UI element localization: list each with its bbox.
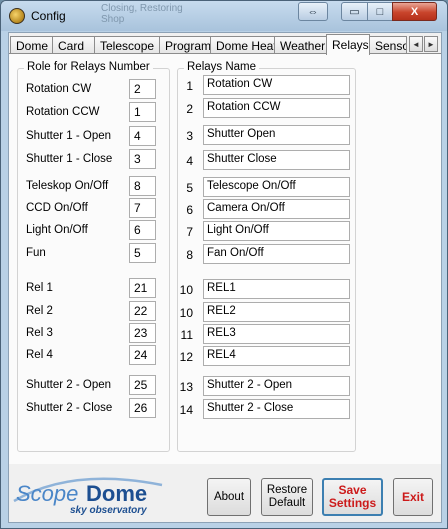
role-label: Rel 2 xyxy=(26,305,53,317)
role-number-input[interactable]: 23 xyxy=(129,323,156,343)
role-label: Shutter 2 - Close xyxy=(26,402,113,414)
relay-number: 13 xyxy=(179,380,193,394)
role-number-input[interactable]: 4 xyxy=(129,126,156,146)
role-label: Shutter 1 - Open xyxy=(26,130,112,142)
role-number-input[interactable]: 3 xyxy=(129,149,156,169)
relay-number: 7 xyxy=(186,225,193,239)
role-label: Fun xyxy=(26,247,46,259)
tab-dome[interactable]: Dome xyxy=(10,36,53,54)
swap-arrows-icon: ⇔ xyxy=(307,5,319,18)
close-icon: X xyxy=(410,5,419,18)
role-group-title: Role for Relays Number xyxy=(24,61,153,73)
title-bar[interactable]: Config Closing, Restoring Shop ⇔ ▭ □ X xyxy=(1,1,447,31)
role-number-input[interactable]: 1 xyxy=(129,102,156,122)
restore-default-button[interactable]: Restore Default xyxy=(261,478,313,516)
role-label: Rotation CCW xyxy=(26,106,100,118)
tab-sensors[interactable]: Senso xyxy=(369,36,407,54)
role-label: Shutter 1 - Close xyxy=(26,153,113,165)
relay-number: 11 xyxy=(180,328,193,342)
role-number-input[interactable]: 2 xyxy=(129,79,156,99)
maximize-icon: □ xyxy=(376,5,384,18)
role-number-input[interactable]: 25 xyxy=(129,375,156,395)
exit-button[interactable]: Exit xyxy=(393,478,433,516)
relay-name-input[interactable]: REL1 xyxy=(203,279,350,299)
relay-name-input[interactable]: Light On/Off xyxy=(203,221,350,241)
tab-program[interactable]: Program xyxy=(159,36,211,54)
role-label: Rel 3 xyxy=(26,327,53,339)
role-number-input[interactable]: 24 xyxy=(129,345,156,365)
relay-name-input[interactable]: Shutter Open xyxy=(203,125,350,145)
relay-number: 6 xyxy=(186,203,193,217)
client-area: Dome Card Telescope Program Dome Heat We… xyxy=(8,32,442,523)
relay-number: 4 xyxy=(186,154,193,168)
role-number-input[interactable]: 21 xyxy=(129,278,156,298)
relay-number: 3 xyxy=(186,129,193,143)
restore-label-line1: Restore xyxy=(266,484,308,496)
relay-number: 8 xyxy=(186,248,193,262)
role-number-input[interactable]: 7 xyxy=(129,198,156,218)
relay-name-input[interactable]: Shutter 2 - Open xyxy=(203,376,350,396)
relay-name-input[interactable]: REL2 xyxy=(203,302,350,322)
tab-scroll-right-icon[interactable]: ► xyxy=(424,36,438,52)
about-button[interactable]: About xyxy=(207,478,251,516)
tab-dome-heat[interactable]: Dome Heat xyxy=(210,36,275,54)
relays-panel: Role for Relays Number Relays Name Rotat… xyxy=(9,53,441,464)
relay-name-input[interactable]: Camera On/Off xyxy=(203,199,350,219)
role-number-input[interactable]: 26 xyxy=(129,398,156,418)
relay-number: 14 xyxy=(179,403,193,417)
relay-name-input[interactable]: REL4 xyxy=(203,346,350,366)
relay-number: 5 xyxy=(186,181,193,195)
tab-card[interactable]: Card xyxy=(52,36,95,54)
relay-number: 2 xyxy=(186,102,193,116)
save-label-line2: Settings xyxy=(328,496,377,510)
role-number-input[interactable]: 8 xyxy=(129,176,156,196)
role-number-input[interactable]: 6 xyxy=(129,220,156,240)
relay-name-input[interactable]: Rotation CW xyxy=(203,75,350,95)
tab-weather[interactable]: Weather xyxy=(274,36,327,54)
relay-name-input[interactable]: Telescope On/Off xyxy=(203,177,350,197)
maximize-button[interactable]: □ xyxy=(367,2,393,21)
relay-name-input[interactable]: Shutter Close xyxy=(203,150,350,170)
relay-number: 10 xyxy=(179,306,193,320)
relay-name-input[interactable]: Fan On/Off xyxy=(203,244,350,264)
relay-name-input[interactable]: REL3 xyxy=(203,324,350,344)
background-window-text: Closing, Restoring Shop xyxy=(101,3,183,25)
bottom-bar: Scope Dome sky observatory About Restore… xyxy=(9,464,441,522)
swap-button[interactable]: ⇔ xyxy=(298,2,328,21)
ghost-line: Shop xyxy=(101,14,125,25)
relay-number: 10 xyxy=(179,283,193,297)
role-label: Rel 1 xyxy=(26,282,53,294)
logo-scope-text: Scope xyxy=(16,481,78,506)
window-title: Config xyxy=(31,9,66,23)
logo-dome-text: Dome xyxy=(86,481,147,506)
role-number-input[interactable]: 5 xyxy=(129,243,156,263)
close-button[interactable]: X xyxy=(392,2,437,21)
relay-name-input[interactable]: Rotation CCW xyxy=(203,98,350,118)
role-label: Teleskop On/Off xyxy=(26,180,109,192)
relay-number: 12 xyxy=(179,350,193,364)
restore-label-line2: Default xyxy=(268,497,306,509)
scopedome-logo: Scope Dome sky observatory xyxy=(13,477,163,516)
app-globe-icon xyxy=(9,8,25,24)
tab-telescope[interactable]: Telescope xyxy=(94,36,160,54)
save-settings-button[interactable]: Save Settings xyxy=(322,478,383,516)
config-window: Config Closing, Restoring Shop ⇔ ▭ □ X D… xyxy=(0,0,448,529)
role-label: Shutter 2 - Open xyxy=(26,379,112,391)
role-number-input[interactable]: 22 xyxy=(129,301,156,321)
role-label: CCD On/Off xyxy=(26,202,88,214)
tab-relays[interactable]: Relays xyxy=(326,34,370,55)
relay-number: 1 xyxy=(186,79,193,93)
logo-tagline: sky observatory xyxy=(70,505,147,516)
tab-scroll-left-icon[interactable]: ◄ xyxy=(409,36,423,52)
role-label: Rel 4 xyxy=(26,349,53,361)
role-label: Rotation CW xyxy=(26,83,92,95)
ghost-line: Closing, Restoring xyxy=(101,3,183,14)
minimize-button[interactable]: ▭ xyxy=(341,2,368,21)
relay-name-input[interactable]: Shutter 2 - Close xyxy=(203,399,350,419)
tab-strip: Dome Card Telescope Program Dome Heat We… xyxy=(9,34,441,55)
role-label: Light On/Off xyxy=(26,224,88,236)
relays-group-title: Relays Name xyxy=(184,61,260,73)
minimize-icon: ▭ xyxy=(349,6,360,18)
